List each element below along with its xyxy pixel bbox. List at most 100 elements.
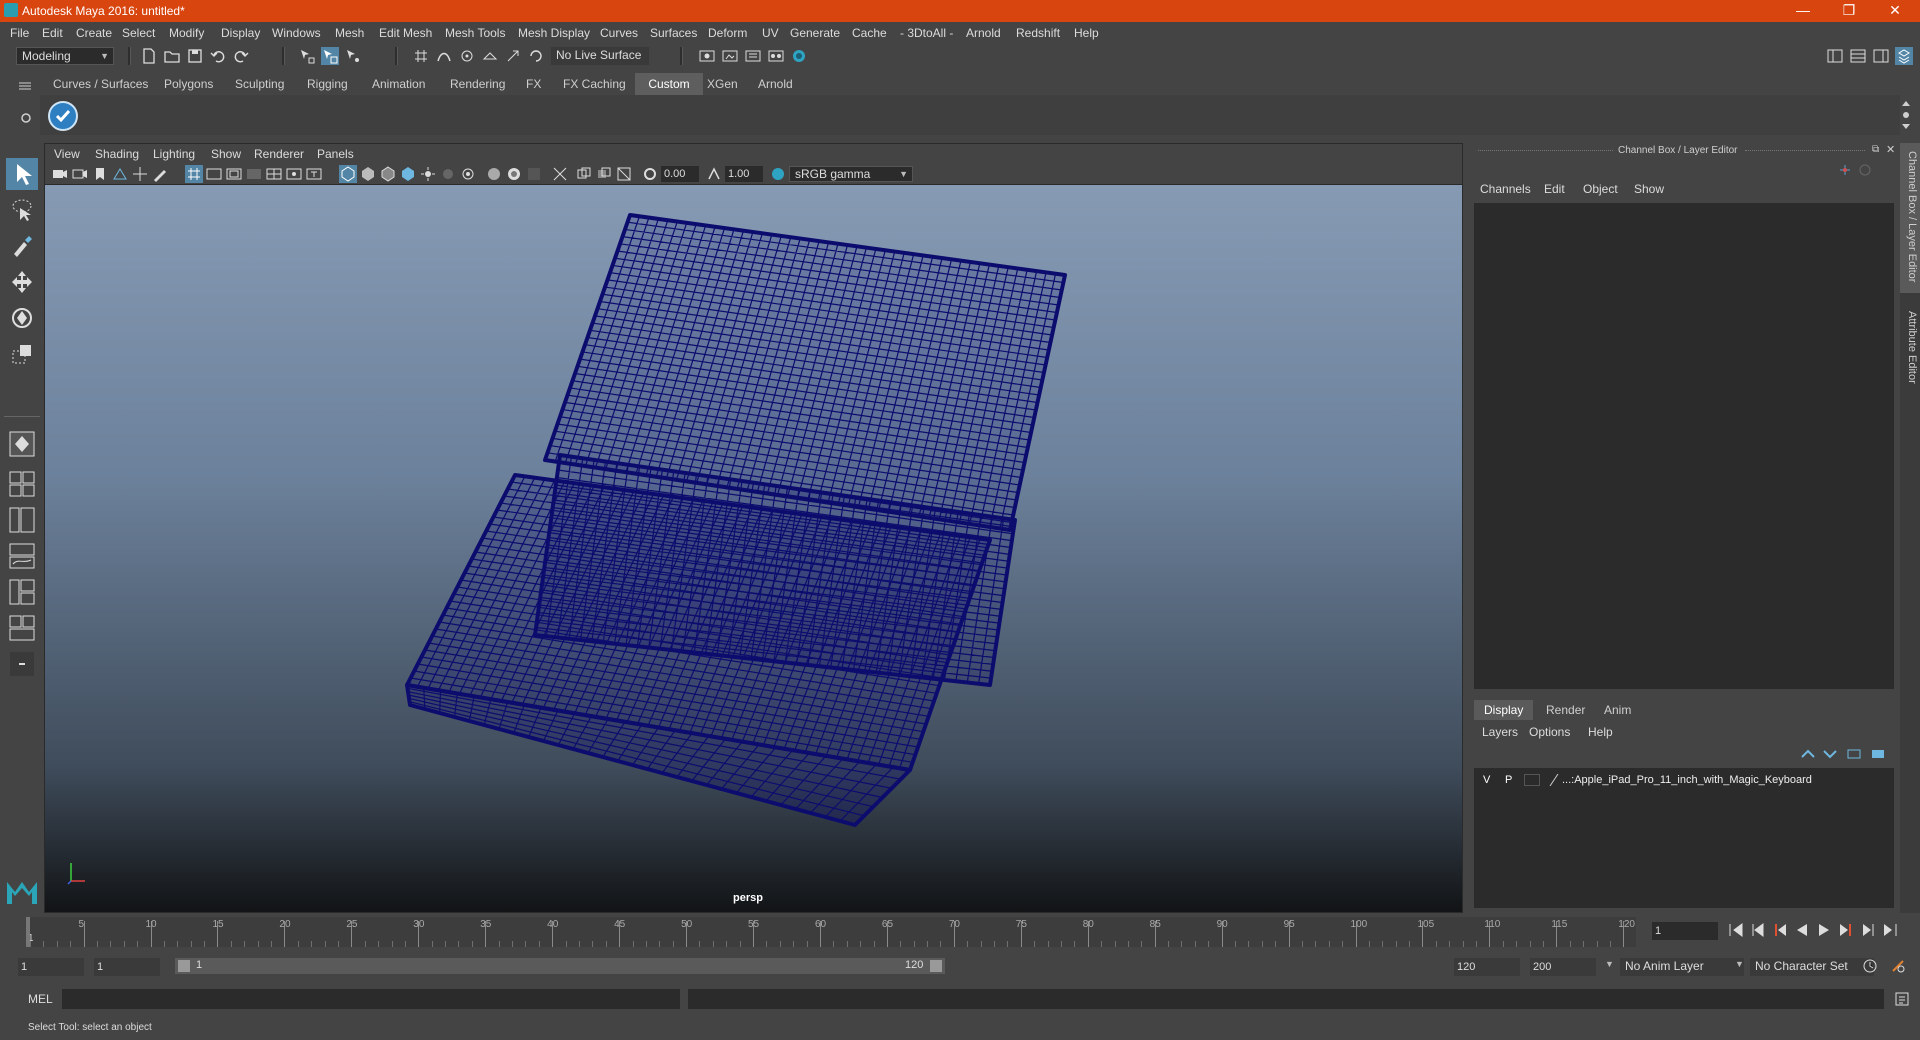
lasso-tool-icon[interactable] bbox=[6, 194, 38, 226]
animation-preferences-icon[interactable] bbox=[1890, 958, 1906, 977]
render-settings-icon[interactable] bbox=[744, 47, 762, 65]
tab-rigging[interactable]: Rigging bbox=[299, 73, 356, 95]
go-to-end-icon[interactable] bbox=[1882, 923, 1898, 940]
live-surface-field[interactable]: No Live Surface bbox=[551, 47, 649, 65]
ambient-occlusion-icon[interactable] bbox=[485, 165, 503, 183]
step-back-key-icon[interactable] bbox=[1772, 923, 1788, 940]
isolate-select-icon[interactable] bbox=[459, 165, 477, 183]
tab-fx[interactable]: FX bbox=[518, 73, 549, 95]
move-layer-down-icon[interactable] bbox=[1822, 747, 1838, 764]
select-tool-icon[interactable] bbox=[6, 158, 38, 190]
viewport-menu-shading[interactable]: Shading bbox=[95, 147, 139, 161]
character-set-dropdown[interactable]: No Character Set bbox=[1750, 958, 1874, 976]
animation-end-field[interactable]: 200 bbox=[1530, 958, 1596, 976]
menu-select[interactable]: Select bbox=[122, 26, 155, 40]
image-plane-icon[interactable] bbox=[111, 165, 129, 183]
four-view-layout-icon[interactable] bbox=[6, 468, 38, 500]
snap-to-curve-icon[interactable] bbox=[435, 47, 453, 65]
multisample-aa-icon[interactable] bbox=[525, 165, 543, 183]
select-by-object-icon[interactable] bbox=[321, 47, 339, 65]
snap-to-point-icon[interactable] bbox=[458, 47, 476, 65]
menu-mesh-display[interactable]: Mesh Display bbox=[518, 26, 590, 40]
play-forwards-icon[interactable] bbox=[1816, 923, 1832, 940]
exposure-field[interactable]: 0.00 bbox=[661, 166, 699, 182]
film-gate-icon[interactable] bbox=[205, 165, 223, 183]
channel-box-body[interactable] bbox=[1474, 203, 1894, 689]
tab-display-layers[interactable]: Display bbox=[1474, 700, 1534, 720]
paint-select-tool-icon[interactable] bbox=[6, 230, 38, 262]
tab-fx-caching[interactable]: FX Caching bbox=[555, 73, 634, 95]
new-scene-icon[interactable] bbox=[140, 47, 158, 65]
render-frame-icon[interactable] bbox=[698, 47, 716, 65]
tab-xgen[interactable]: XGen bbox=[699, 73, 746, 95]
attribute-editor-toggle-icon[interactable] bbox=[1895, 47, 1913, 65]
color-management-icon[interactable] bbox=[769, 165, 787, 183]
viewport-canvas[interactable]: persp bbox=[45, 185, 1462, 912]
side-tab-channel-box[interactable]: Channel Box / Layer Editor bbox=[1902, 151, 1918, 282]
layer-menu-options[interactable]: Options bbox=[1529, 725, 1570, 739]
select-by-component-icon[interactable] bbox=[344, 47, 362, 65]
manipulator-icon[interactable] bbox=[1838, 163, 1852, 177]
safe-title-icon[interactable] bbox=[305, 165, 323, 183]
camera-select-icon[interactable] bbox=[51, 165, 69, 183]
gate-mask-icon[interactable] bbox=[245, 165, 263, 183]
single-perspective-view-icon[interactable] bbox=[6, 428, 38, 460]
menu-uv[interactable]: UV bbox=[762, 26, 779, 40]
menu-edit[interactable]: Edit bbox=[42, 26, 63, 40]
layer-playback-toggle[interactable]: P bbox=[1505, 774, 1512, 786]
camera-attributes-icon[interactable] bbox=[71, 165, 89, 183]
custom-checkmark-tool-icon[interactable] bbox=[48, 101, 78, 131]
undo-icon[interactable] bbox=[209, 47, 227, 65]
current-frame-field[interactable]: 1 bbox=[1652, 922, 1718, 940]
backface-culling-icon[interactable] bbox=[615, 165, 633, 183]
use-all-lights-icon[interactable] bbox=[419, 165, 437, 183]
ipr-render-icon[interactable] bbox=[721, 47, 739, 65]
field-chart-icon[interactable] bbox=[265, 165, 283, 183]
move-tool-icon[interactable] bbox=[6, 266, 38, 298]
menu-windows[interactable]: Windows bbox=[272, 26, 321, 40]
tab-curves-surfaces[interactable]: Curves / Surfaces bbox=[45, 73, 156, 95]
layer-visibility-toggle[interactable]: V bbox=[1483, 774, 1490, 786]
shelf-menu-icon[interactable] bbox=[18, 80, 38, 90]
hypershade-icon[interactable] bbox=[767, 47, 785, 65]
persp-graph-layout-icon[interactable] bbox=[6, 540, 38, 572]
range-slider-bar[interactable]: 1 120 bbox=[175, 958, 945, 974]
layer-row[interactable]: V P ...:Apple_iPad_Pro_11_inch_with_Magi… bbox=[1474, 772, 1894, 790]
shelf-settings-gear-icon[interactable] bbox=[20, 112, 34, 126]
step-forward-key-icon[interactable] bbox=[1838, 923, 1854, 940]
2d-pan-zoom-icon[interactable] bbox=[131, 165, 149, 183]
tab-sculpting[interactable]: Sculpting bbox=[227, 73, 292, 95]
chevron-down-icon[interactable]: ▼ bbox=[1605, 959, 1614, 969]
viewport-menu-panels[interactable]: Panels bbox=[317, 147, 354, 161]
step-forward-frame-icon[interactable] bbox=[1860, 923, 1876, 940]
shelf-scroll-arrows[interactable] bbox=[1900, 98, 1916, 132]
menu-modify[interactable]: Modify bbox=[169, 26, 204, 40]
channel-menu-edit[interactable]: Edit bbox=[1544, 182, 1565, 196]
animation-start-field[interactable]: 1 bbox=[18, 958, 84, 976]
close-panel-icon[interactable]: ✕ bbox=[1886, 143, 1895, 156]
modeling-toolkit-icon[interactable] bbox=[1849, 47, 1867, 65]
script-editor-icon[interactable] bbox=[1894, 991, 1910, 1010]
menu-help[interactable]: Help bbox=[1074, 26, 1099, 40]
menu-mesh-tools[interactable]: Mesh Tools bbox=[445, 26, 505, 40]
exposure-icon[interactable] bbox=[641, 165, 659, 183]
snap-to-grid-icon[interactable] bbox=[412, 47, 430, 65]
wireframe-shading-icon[interactable] bbox=[339, 165, 357, 183]
bookmark-icon[interactable] bbox=[91, 165, 109, 183]
safe-action-icon[interactable] bbox=[285, 165, 303, 183]
resolution-gate-icon[interactable] bbox=[225, 165, 243, 183]
menu-edit-mesh[interactable]: Edit Mesh bbox=[379, 26, 432, 40]
channel-box-toggle-icon[interactable] bbox=[1872, 47, 1890, 65]
create-layer-from-selected-icon[interactable] bbox=[1870, 747, 1886, 764]
play-backwards-icon[interactable] bbox=[1794, 923, 1810, 940]
snap-to-view-plane-icon[interactable] bbox=[481, 47, 499, 65]
side-tab-attribute-editor[interactable]: Attribute Editor bbox=[1902, 311, 1918, 384]
playback-start-field[interactable]: 1 bbox=[94, 958, 160, 976]
float-panel-icon[interactable]: ⧉ bbox=[1872, 144, 1879, 155]
restore-button[interactable]: ❐ bbox=[1826, 0, 1872, 22]
go-to-start-icon[interactable] bbox=[1728, 923, 1744, 940]
redo-icon[interactable] bbox=[232, 47, 250, 65]
tab-rendering[interactable]: Rendering bbox=[442, 73, 513, 95]
grease-pencil-icon[interactable] bbox=[151, 165, 169, 183]
menu-cache[interactable]: Cache bbox=[852, 26, 887, 40]
